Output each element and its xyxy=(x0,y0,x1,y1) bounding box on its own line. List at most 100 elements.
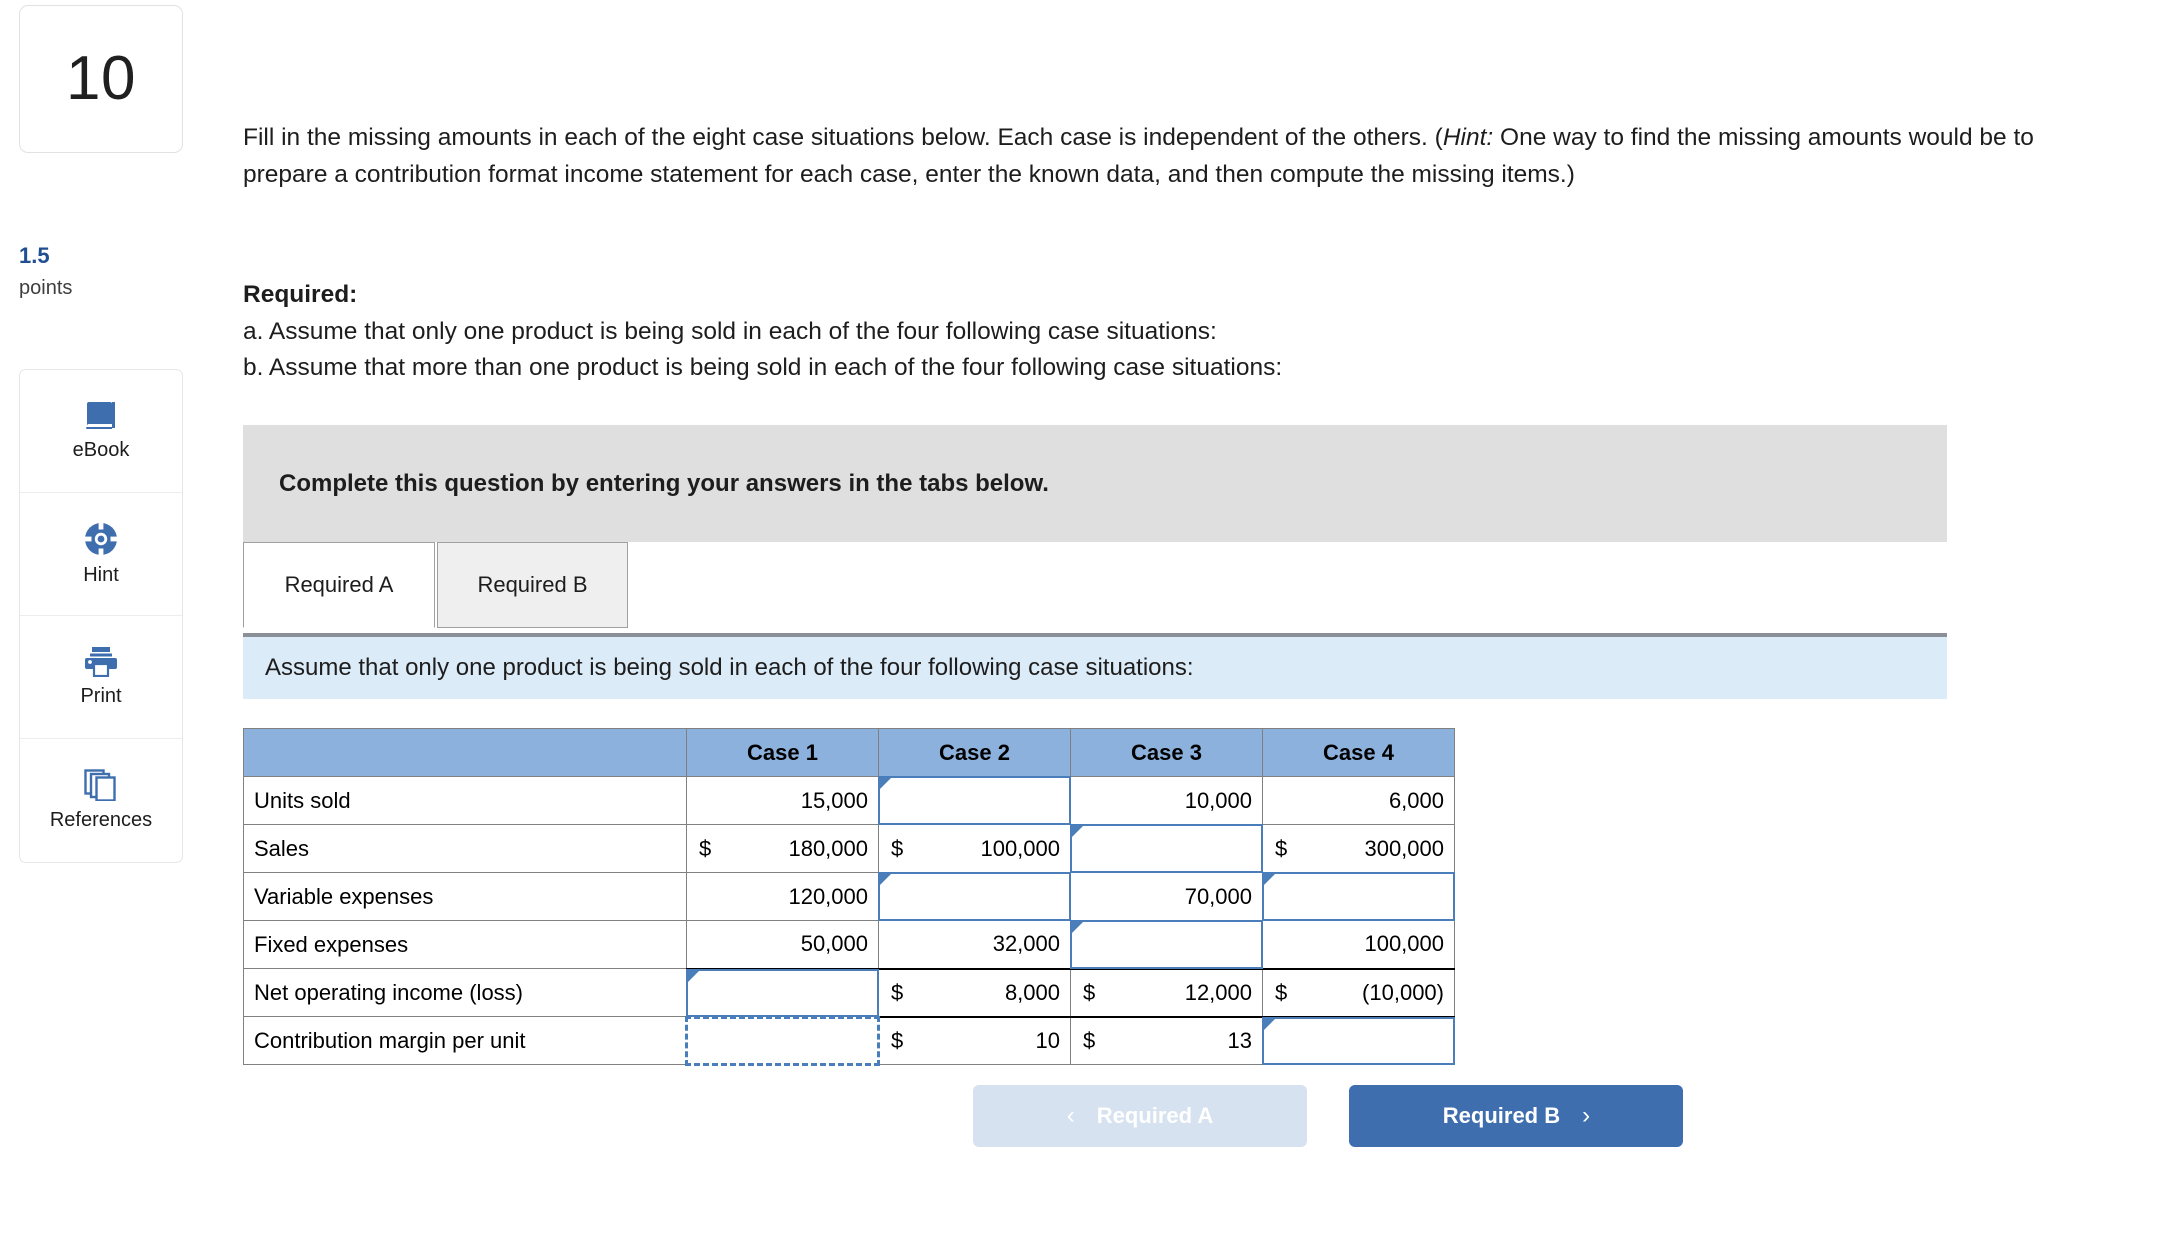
input-variable-expenses-case-2[interactable] xyxy=(878,872,1071,921)
cell-fixed-expenses-case-2: 32,000 xyxy=(878,920,1071,970)
input-box[interactable] xyxy=(1262,1016,1455,1065)
tab-required-b-label: Required B xyxy=(477,572,588,597)
table-row: Variable expenses 120,000 70,000 xyxy=(243,872,1455,921)
cell-contribution-margin-case-2: $10 xyxy=(878,1016,1071,1065)
points-value: 1.5 xyxy=(19,243,50,268)
next-required-b-button[interactable]: Required B › xyxy=(1349,1085,1684,1147)
ebook-label: eBook xyxy=(72,438,130,461)
cell-variable-expenses-case-3: 70,000 xyxy=(1070,872,1263,921)
input-variable-expenses-case-4[interactable] xyxy=(1262,872,1455,921)
nav-buttons: ‹ Required A Required B › xyxy=(973,1085,1684,1147)
cell-units-sold-case-4: 6,000 xyxy=(1262,776,1455,825)
tab-subtitle-banner: Assume that only one product is being so… xyxy=(243,637,1947,699)
row-label-fixed-expenses: Fixed expenses xyxy=(243,920,687,969)
cell-currency-symbol: $ xyxy=(891,835,904,861)
input-contribution-margin-case-1[interactable] xyxy=(685,1015,880,1066)
stacked-pages-icon xyxy=(84,769,118,801)
next-button-label: Required B xyxy=(1442,1103,1561,1128)
row-label-net-operating-income: Net operating income (loss) xyxy=(243,968,687,1017)
required-heading: Required: xyxy=(243,281,358,308)
left-tool-rail: 10 1.5 points eBook Hint Print Reference… xyxy=(0,0,200,1256)
cell-units-sold-case-3: 10,000 xyxy=(1070,776,1263,825)
cell-units-sold-case-1: 15,000 xyxy=(686,776,879,825)
cell-value: 10,000 xyxy=(1184,787,1252,813)
row-label-units-sold: Units sold xyxy=(243,776,687,825)
cell-value: 13 xyxy=(1227,1027,1252,1053)
instruction-banner-text: Complete this question by entering your … xyxy=(279,469,1049,497)
cell-net-operating-income-case-2: $8,000 xyxy=(878,968,1071,1018)
life-ring-icon xyxy=(84,522,118,556)
chevron-left-icon: ‹ xyxy=(1066,1102,1075,1129)
input-fixed-expenses-case-3[interactable] xyxy=(1070,920,1263,970)
cell-value: (10,000) xyxy=(1362,979,1444,1005)
input-box[interactable] xyxy=(686,968,879,1017)
cell-currency-symbol: $ xyxy=(1083,1027,1096,1053)
cell-value: 120,000 xyxy=(788,883,868,909)
column-header-case-2: Case 2 xyxy=(878,728,1071,777)
input-net-operating-income-case-1[interactable] xyxy=(686,968,879,1018)
cell-net-operating-income-case-3: $12,000 xyxy=(1070,968,1263,1018)
prev-required-a-button[interactable]: ‹ Required A xyxy=(973,1085,1307,1147)
table-row: Contribution margin per unit $10 $13 xyxy=(243,1015,1455,1066)
print-button[interactable]: Print xyxy=(20,616,182,739)
input-box[interactable] xyxy=(878,872,1071,921)
tab-strip: Required A Required B xyxy=(243,542,1947,635)
prompt-hint-word: Hint: xyxy=(1442,124,1494,151)
cell-value: 6,000 xyxy=(1388,787,1444,813)
cell-value: 70,000 xyxy=(1184,883,1252,909)
references-button[interactable]: References xyxy=(20,739,182,862)
cell-sales-case-1: $180,000 xyxy=(686,824,879,873)
cell-currency-symbol: $ xyxy=(1275,979,1288,1005)
tab-required-b[interactable]: Required B xyxy=(437,542,628,628)
input-box[interactable] xyxy=(1262,872,1455,921)
cell-value: 32,000 xyxy=(992,931,1060,957)
hint-button[interactable]: Hint xyxy=(20,493,182,616)
cell-value: 180,000 xyxy=(788,835,868,861)
cell-contribution-margin-case-3: $13 xyxy=(1070,1016,1263,1065)
row-label-contribution-margin-per-unit: Contribution margin per unit xyxy=(243,1016,687,1065)
question-prompt: Fill in the missing amounts in each of t… xyxy=(243,120,2103,193)
table-row: Sales $180,000 $100,000 $300,000 xyxy=(243,824,1455,873)
points-label: points xyxy=(19,277,73,299)
prev-button-label: Required A xyxy=(1096,1103,1214,1128)
cell-value: 12,000 xyxy=(1184,979,1252,1005)
question-number-box: 10 xyxy=(19,5,183,153)
input-contribution-margin-case-4[interactable] xyxy=(1262,1016,1455,1065)
column-header-case-1: Case 1 xyxy=(686,728,879,777)
cell-value: 100,000 xyxy=(980,835,1060,861)
cell-currency-symbol: $ xyxy=(1275,835,1288,861)
row-label-variable-expenses: Variable expenses xyxy=(243,872,687,921)
table-corner-header xyxy=(243,728,687,777)
input-box[interactable] xyxy=(878,776,1071,825)
print-label: Print xyxy=(80,684,122,707)
input-box-selected[interactable] xyxy=(685,1015,880,1066)
required-item-b: b. Assume that more than one product is … xyxy=(243,354,1283,381)
cell-value: 50,000 xyxy=(800,931,868,957)
cell-value: 8,000 xyxy=(1004,979,1060,1005)
tool-buttons-panel: eBook Hint Print References xyxy=(19,369,183,863)
cell-sales-case-4: $300,000 xyxy=(1262,824,1455,873)
table-row: Fixed expenses 50,000 32,000 100,000 xyxy=(243,920,1455,970)
column-header-case-3: Case 3 xyxy=(1070,728,1263,777)
input-box[interactable] xyxy=(1070,824,1263,873)
cell-currency-symbol: $ xyxy=(891,1027,904,1053)
cell-fixed-expenses-case-1: 50,000 xyxy=(686,920,879,970)
cell-value: 100,000 xyxy=(1364,931,1444,957)
cell-currency-symbol: $ xyxy=(891,979,904,1005)
chevron-right-icon: › xyxy=(1582,1102,1591,1129)
ebook-button[interactable]: eBook xyxy=(20,370,182,493)
input-units-sold-case-2[interactable] xyxy=(878,776,1071,825)
input-sales-case-3[interactable] xyxy=(1070,824,1263,873)
cell-value: 10 xyxy=(1035,1027,1060,1053)
question-number: 10 xyxy=(66,44,136,113)
tab-required-a[interactable]: Required A xyxy=(243,542,435,628)
input-box[interactable] xyxy=(1070,920,1263,969)
printer-icon xyxy=(83,646,119,677)
prompt-part-1: Fill in the missing amounts in each of t… xyxy=(243,124,1443,151)
row-label-sales: Sales xyxy=(243,824,687,873)
case-worksheet-table: Case 1 Case 2 Case 3 Case 4 Units sold 1… xyxy=(243,728,1455,1066)
cell-value: 300,000 xyxy=(1364,835,1444,861)
cell-sales-case-2: $100,000 xyxy=(878,824,1071,873)
cell-net-operating-income-case-4: $ (10,000) xyxy=(1262,968,1455,1018)
instruction-banner: Complete this question by entering your … xyxy=(243,425,1947,542)
